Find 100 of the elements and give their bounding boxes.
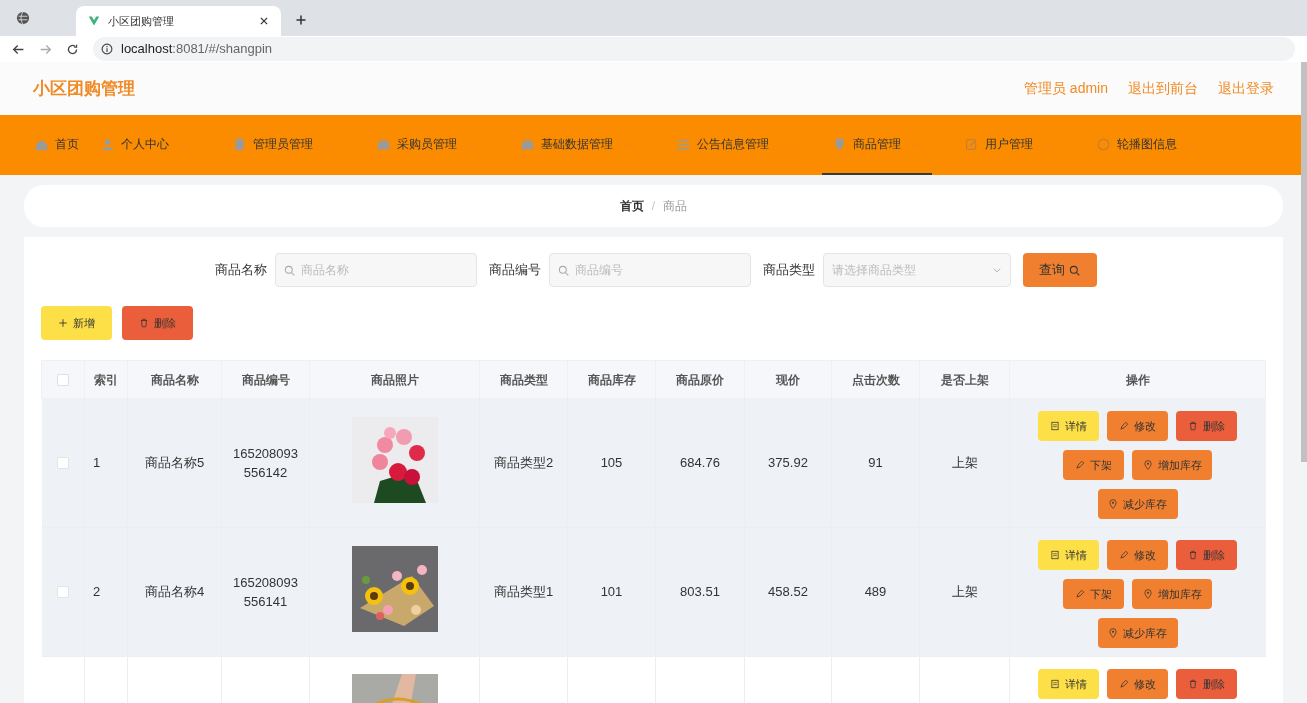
column-header: 商品名称 — [150, 372, 199, 387]
header-link[interactable]: 管理员 admin — [1023, 78, 1108, 99]
back-icon — [12, 42, 25, 56]
scrollbar[interactable] — [1301, 62, 1307, 462]
action-button[interactable]: 删除 — [1176, 540, 1238, 570]
column-header: 商品编号 — [241, 372, 290, 387]
location-icon — [1142, 460, 1153, 470]
action-button[interactable]: 减少库存 — [1097, 618, 1178, 648]
header-link[interactable]: 退出登录 — [1218, 78, 1274, 99]
plus-icon — [58, 318, 68, 328]
info-icon — [101, 43, 113, 55]
action-button[interactable]: 减少库存 — [1097, 489, 1178, 519]
search-icon — [283, 264, 295, 276]
column-header: 商品原价 — [676, 372, 724, 387]
nav-item[interactable]: 轮播图信息 — [1086, 115, 1208, 175]
table-cell-text: 684.76 — [680, 454, 720, 473]
search-icon — [1069, 264, 1080, 276]
query-button[interactable]: 查询 — [1022, 253, 1097, 287]
trash-icon — [1188, 550, 1199, 560]
action-button[interactable]: 删除 — [1176, 411, 1238, 441]
column-header: 商品类型 — [499, 372, 548, 387]
table-row[interactable]: 1 商品名称5 165208093 556142 商品类型2 105 684.76 375.92 91 上架 详情 修改 删除 下架 增加库存 减少库存 — [41, 398, 1266, 528]
table-row[interactable]: 2 商品名称4 165208093 556141 商品类型1 101 803.51 458.52 489 上架 详情 修改 删除 下架 增加库存 减少库存 — [41, 527, 1266, 657]
nav-item[interactable]: 首页 — [24, 115, 90, 175]
document-icon — [233, 137, 246, 151]
table-cell-text: 2 — [93, 583, 101, 602]
pencil-icon — [1075, 460, 1086, 470]
table-cell-text: 105 — [600, 454, 623, 473]
reload-icon — [66, 42, 79, 56]
table-row[interactable]: 详情 修改 删除 — [41, 656, 1266, 703]
nav-item[interactable]: 采购员管理 — [366, 115, 488, 175]
globe-icon — [16, 11, 30, 25]
nav-item[interactable]: 个人中心 — [90, 115, 200, 175]
action-button[interactable]: 修改 — [1107, 540, 1169, 570]
column-header: 商品照片 — [370, 372, 419, 387]
field-label: 商品类型 — [762, 261, 815, 280]
action-button[interactable]: 修改 — [1107, 669, 1169, 699]
action-button[interactable]: 详情 — [1038, 411, 1100, 441]
user-icon — [101, 137, 114, 151]
list-icon — [677, 137, 690, 151]
column-header: 是否上架 — [940, 372, 989, 387]
chevron-down-icon — [991, 265, 1002, 275]
pencil-icon — [1119, 679, 1130, 689]
address-bar[interactable]: localhost:8081/#/shangpin — [93, 37, 1295, 61]
forward-icon — [39, 42, 52, 56]
browser-tab[interactable]: 小区团购管理 — [76, 6, 281, 36]
action-button[interactable]: 详情 — [1038, 669, 1100, 699]
action-button[interactable]: 增加库存 — [1132, 579, 1213, 609]
plus-icon — [295, 14, 307, 26]
checkbox[interactable] — [56, 457, 69, 469]
trash-icon — [139, 318, 149, 328]
action-button[interactable]: 下架 — [1063, 579, 1125, 609]
table-cell-text: 上架 — [951, 583, 978, 602]
table-cell-text: 165208093 556141 — [232, 573, 299, 611]
checkbox[interactable] — [57, 373, 69, 386]
action-button[interactable]: 修改 — [1107, 411, 1169, 441]
column-header: 操作 — [1125, 372, 1150, 387]
briefcase-icon — [377, 137, 390, 151]
breadcrumb-item[interactable]: 首页 — [619, 197, 644, 215]
table-cell-text: 1 — [93, 454, 101, 473]
table-cell-text: 375.92 — [768, 454, 808, 473]
pencil-icon — [1119, 421, 1130, 431]
nav-item[interactable]: 管理员管理 — [222, 115, 344, 175]
delete-button[interactable]: 删除 — [122, 306, 193, 340]
trash-icon — [1188, 679, 1199, 689]
column-header: 现价 — [776, 372, 800, 387]
pencil-icon — [1075, 589, 1086, 599]
pencil-icon — [1119, 550, 1130, 560]
table-cell-text: 101 — [600, 583, 623, 602]
action-button[interactable]: 删除 — [1176, 669, 1238, 699]
column-header: 商品库存 — [587, 372, 636, 387]
column-header: 索引 — [94, 372, 118, 387]
column-header: 点击次数 — [851, 372, 900, 387]
field-label: 商品名称 — [214, 261, 267, 280]
nav-item[interactable]: 用户管理 — [954, 115, 1064, 175]
header-link[interactable]: 退出到前台 — [1128, 78, 1198, 99]
breadcrumb-separator: / — [651, 198, 656, 215]
table-cell-text: 商品类型1 — [493, 583, 554, 602]
table-cell-text: 商品名称4 — [144, 583, 205, 602]
nav-item[interactable]: 基础数据管理 — [510, 115, 644, 175]
edit-icon — [965, 137, 978, 151]
app-title: 小区团购管理 — [33, 77, 135, 100]
table-cell-text: 458.52 — [768, 583, 808, 602]
v-logo-icon — [88, 15, 100, 27]
add-button[interactable]: 新增 — [41, 306, 112, 340]
shield-icon — [833, 137, 846, 151]
action-button[interactable]: 增加库存 — [1132, 450, 1213, 480]
document-icon — [1050, 679, 1061, 689]
action-button[interactable]: 下架 — [1063, 450, 1125, 480]
nav-item[interactable]: 公告信息管理 — [666, 115, 800, 175]
table-cell-text: 上架 — [951, 454, 978, 473]
briefcase-icon — [521, 137, 534, 151]
location-icon — [1142, 589, 1153, 599]
action-button[interactable]: 详情 — [1038, 540, 1100, 570]
location-icon — [1108, 628, 1119, 638]
checkbox[interactable] — [56, 586, 69, 598]
field-label: 商品编号 — [488, 261, 541, 280]
nav-item[interactable]: 商品管理 — [822, 115, 932, 175]
table-cell-text: 165208093 556142 — [232, 444, 299, 482]
table-cell-text: 商品类型2 — [493, 454, 554, 473]
